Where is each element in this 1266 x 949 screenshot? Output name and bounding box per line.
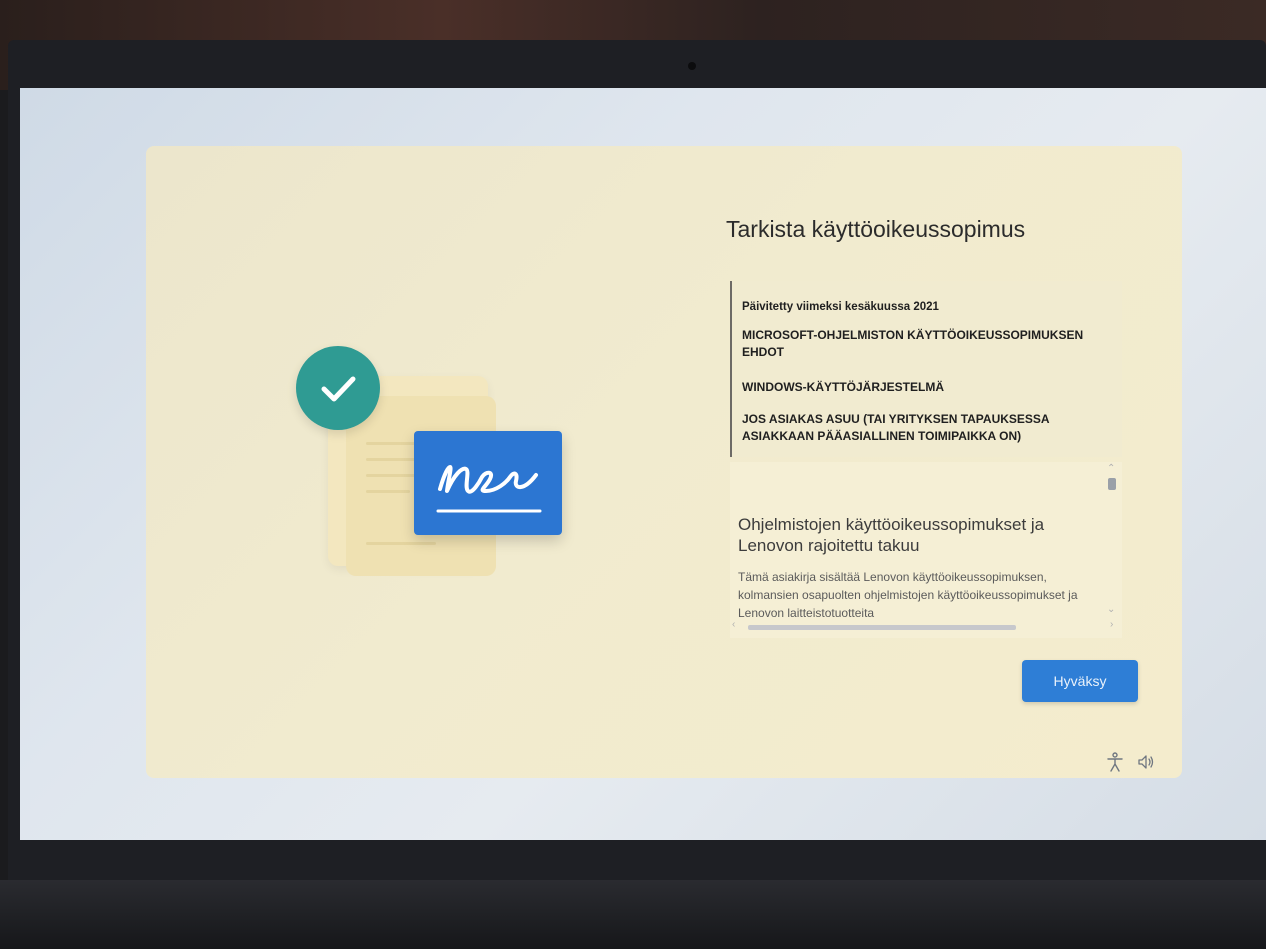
scroll-thumb[interactable] xyxy=(748,625,1016,630)
volume-icon[interactable] xyxy=(1136,752,1156,777)
signature-icon xyxy=(414,431,562,535)
scroll-left-icon[interactable]: ‹ xyxy=(732,619,735,630)
horizontal-scrollbar[interactable]: ‹ › xyxy=(732,619,1113,632)
scroll-up-icon[interactable]: ⌃ xyxy=(1107,463,1115,474)
setup-card: Tarkista käyttöoikeussopimus Päivitetty … xyxy=(146,146,1182,778)
scroll-down-icon[interactable]: ⌄ xyxy=(1107,604,1115,615)
laptop-deck xyxy=(0,880,1266,949)
terms-heading: MICROSOFT-OHJELMISTON KÄYTTÖOIKEUSSOPIMU… xyxy=(742,328,1084,359)
checkmark-icon xyxy=(296,346,380,430)
page-title: Tarkista käyttöoikeussopimus xyxy=(726,216,1026,242)
scroll-right-icon[interactable]: › xyxy=(1110,619,1113,630)
oem-license-terms[interactable]: Ohjelmistojen käyttöoikeussopimukset ja … xyxy=(730,462,1122,638)
oem-terms-title: Ohjelmistojen käyttöoikeussopimukset ja … xyxy=(738,515,1045,555)
document-line xyxy=(366,542,436,545)
microsoft-license-terms[interactable]: Päivitetty viimeksi kesäkuussa 2021 MICR… xyxy=(730,281,1122,457)
accept-button[interactable]: Hyväksy xyxy=(1022,660,1138,702)
screen: Tarkista käyttöoikeussopimus Päivitetty … xyxy=(20,88,1266,840)
document-line xyxy=(366,490,410,493)
agreement-illustration xyxy=(296,346,576,586)
terms-updated-date: Päivitetty viimeksi kesäkuussa 2021 xyxy=(742,301,939,313)
webcam xyxy=(688,62,696,70)
terms-residence-heading: JOS ASIAKAS ASUU (TAI YRITYKSEN TAPAUKSE… xyxy=(742,412,1050,443)
scroll-thumb[interactable] xyxy=(1108,478,1116,490)
accessibility-icon[interactable] xyxy=(1106,752,1124,777)
terms-os-heading: WINDOWS-KÄYTTÖJÄRJESTELMÄ xyxy=(742,380,944,394)
document-line xyxy=(366,458,418,461)
vertical-scrollbar[interactable]: ⌃ ⌄ xyxy=(1106,463,1118,616)
oem-terms-body: Tämä asiakirja sisältää Lenovon käyttöoi… xyxy=(738,570,1078,620)
